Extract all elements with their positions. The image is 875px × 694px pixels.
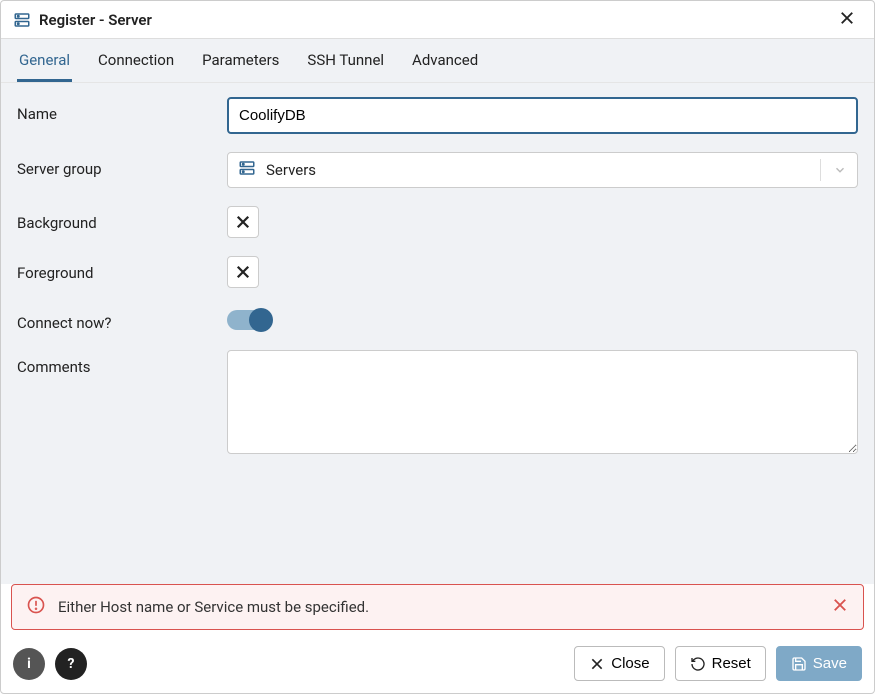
help-icon: ? bbox=[68, 656, 75, 672]
row-background: Background bbox=[17, 206, 858, 238]
error-dismiss-button[interactable] bbox=[831, 596, 849, 618]
reset-button-label: Reset bbox=[712, 655, 751, 672]
label-comments: Comments bbox=[17, 350, 227, 376]
chevron-down-icon bbox=[820, 159, 847, 181]
x-icon bbox=[234, 213, 252, 231]
row-foreground: Foreground bbox=[17, 256, 858, 288]
row-connect-now: Connect now? bbox=[17, 306, 858, 332]
close-button-label: Close bbox=[611, 655, 649, 672]
register-server-dialog: Register - Server General Connection Par… bbox=[0, 0, 875, 694]
dialog-title: Register - Server bbox=[39, 11, 824, 29]
tab-general[interactable]: General bbox=[17, 39, 72, 82]
server-group-select[interactable]: Servers bbox=[227, 152, 858, 188]
foreground-clear-button[interactable] bbox=[227, 256, 259, 288]
save-icon bbox=[791, 656, 807, 672]
tab-advanced[interactable]: Advanced bbox=[410, 39, 480, 82]
close-button[interactable]: Close bbox=[574, 646, 664, 681]
dialog-close-button[interactable] bbox=[832, 9, 862, 30]
tab-bar: General Connection Parameters SSH Tunnel… bbox=[1, 39, 874, 83]
label-connect-now: Connect now? bbox=[17, 306, 227, 332]
row-name: Name bbox=[17, 97, 858, 134]
label-foreground: Foreground bbox=[17, 256, 227, 282]
close-icon bbox=[589, 656, 605, 672]
error-icon bbox=[26, 595, 46, 619]
row-server-group: Server group Servers bbox=[17, 152, 858, 188]
x-icon bbox=[234, 263, 252, 281]
name-input[interactable] bbox=[227, 97, 858, 134]
dialog-footer: i ? Close Reset Save bbox=[1, 638, 874, 693]
tab-connection[interactable]: Connection bbox=[96, 39, 176, 82]
help-button[interactable]: ? bbox=[55, 648, 87, 680]
error-banner: Either Host name or Service must be spec… bbox=[11, 584, 864, 630]
save-button[interactable]: Save bbox=[776, 646, 862, 681]
row-comments: Comments bbox=[17, 350, 858, 458]
save-button-label: Save bbox=[813, 655, 847, 672]
tab-ssh-tunnel[interactable]: SSH Tunnel bbox=[305, 39, 386, 82]
close-icon bbox=[831, 596, 849, 614]
connect-now-toggle[interactable] bbox=[227, 310, 271, 330]
reset-button[interactable]: Reset bbox=[675, 646, 766, 681]
background-clear-button[interactable] bbox=[227, 206, 259, 238]
dialog-titlebar: Register - Server bbox=[1, 1, 874, 39]
toggle-knob bbox=[249, 308, 273, 332]
label-background: Background bbox=[17, 206, 227, 232]
server-icon bbox=[238, 159, 256, 181]
tab-parameters[interactable]: Parameters bbox=[200, 39, 281, 82]
general-tab-panel: Name Server group Servers bbox=[1, 83, 874, 584]
error-message: Either Host name or Service must be spec… bbox=[58, 598, 819, 616]
comments-textarea[interactable] bbox=[227, 350, 858, 454]
server-group-value: Servers bbox=[266, 161, 316, 179]
info-icon: i bbox=[27, 656, 31, 672]
info-button[interactable]: i bbox=[13, 648, 45, 680]
label-server-group: Server group bbox=[17, 152, 227, 178]
reset-icon bbox=[690, 656, 706, 672]
label-name: Name bbox=[17, 97, 227, 123]
server-icon bbox=[13, 11, 31, 29]
